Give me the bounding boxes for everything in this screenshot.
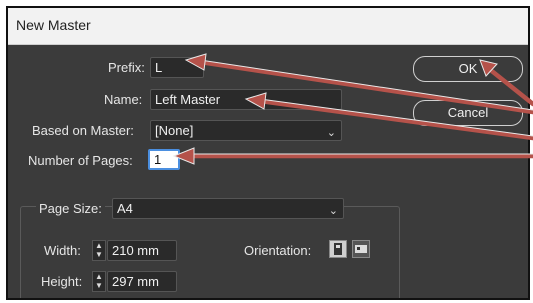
arrowhead-pages bbox=[172, 147, 195, 165]
arrow-to-ok bbox=[485, 65, 533, 107]
arrowhead-name bbox=[244, 92, 267, 110]
arrowhead-prefix bbox=[184, 53, 207, 71]
annotation-arrows bbox=[172, 53, 533, 165]
